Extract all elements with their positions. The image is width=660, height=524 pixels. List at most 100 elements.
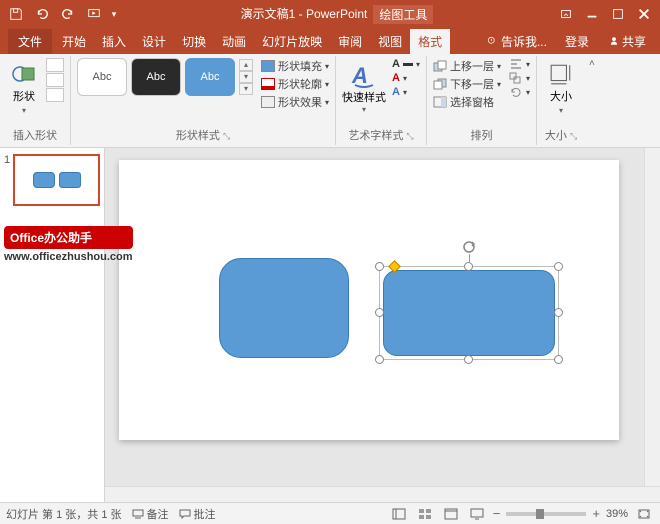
resize-handle-bm[interactable] [464, 355, 473, 364]
resize-handle-br[interactable] [554, 355, 563, 364]
tab-home[interactable]: 开始 [54, 29, 94, 54]
collapse-ribbon-icon[interactable]: ˄ [585, 56, 599, 71]
slideshow-view-icon[interactable] [467, 506, 487, 522]
resize-handle-tr[interactable] [554, 262, 563, 271]
slide-canvas-area [105, 148, 660, 502]
zoom-out-icon[interactable]: − [493, 506, 501, 521]
group-shape-styles: Abc Abc Abc ▴ ▾ ▾ 形状填充 ▾ 形状轮廓 ▾ 形状效果 ▾ 形… [71, 56, 336, 145]
send-backward-button[interactable]: 下移一层 ▾ [433, 76, 501, 92]
horizontal-scrollbar[interactable] [105, 486, 660, 502]
save-icon[interactable] [4, 3, 28, 25]
fit-to-window-icon[interactable] [634, 506, 654, 522]
gallery-up-icon[interactable]: ▴ [239, 59, 253, 71]
share-button[interactable]: 共享 [601, 29, 654, 54]
group-label-shape-styles: 形状样式 ⤡ [77, 125, 329, 143]
selection-pane-button[interactable]: 选择窗格 [433, 94, 501, 110]
rounded-rectangle-2-selected[interactable] [383, 270, 555, 356]
group-label-insert-shapes: 插入形状 [6, 125, 64, 143]
resize-handle-ml[interactable] [375, 308, 384, 317]
rounded-rectangle-1[interactable] [219, 258, 349, 358]
edit-shape-button[interactable] [46, 58, 64, 72]
undo-icon[interactable] [30, 3, 54, 25]
rotate-button[interactable]: ▾ [509, 86, 530, 98]
tab-slideshow[interactable]: 幻灯片放映 [254, 29, 330, 54]
resize-handle-tm[interactable] [464, 262, 473, 271]
normal-view-icon[interactable] [389, 506, 409, 522]
group-size: 大小 ▾ 大小 ⤡ [537, 56, 585, 145]
rotation-handle-icon[interactable] [462, 240, 476, 254]
text-box-button[interactable] [46, 73, 64, 87]
shapes-button[interactable]: 形状 ▾ [6, 58, 42, 118]
watermark-badge: Office办公助手 www.officezhushou.com [4, 226, 133, 263]
group-arrange: 上移一层 ▾ 下移一层 ▾ 选择窗格 ▾ ▾ ▾ 排列 [427, 56, 537, 145]
workspace: 1 Office办公助手 www.officezhushou.com [0, 148, 660, 502]
gallery-more-icon[interactable]: ▾ [239, 83, 253, 95]
align-button[interactable]: ▾ [509, 58, 530, 70]
tab-animations[interactable]: 动画 [214, 29, 254, 54]
group-label-size: 大小 ⤡ [543, 125, 579, 143]
qat-customize-icon[interactable]: ▾ [108, 3, 120, 25]
tab-format[interactable]: 格式 [410, 29, 450, 54]
slide[interactable] [119, 160, 619, 440]
tab-review[interactable]: 审阅 [330, 29, 370, 54]
ribbon-options-icon[interactable] [554, 3, 578, 25]
tab-insert[interactable]: 插入 [94, 29, 134, 54]
gallery-down-icon[interactable]: ▾ [239, 71, 253, 83]
login-button[interactable]: 登录 [557, 29, 597, 54]
badge-url: www.officezhushou.com [4, 251, 133, 263]
minimize-icon[interactable] [580, 3, 604, 25]
badge-title: Office办公助手 [4, 226, 133, 249]
group-label-arrange: 排列 [433, 125, 530, 143]
style-preset-1[interactable]: Abc [77, 58, 127, 96]
thumb-number: 1 [4, 154, 10, 206]
group-wordart-styles: A 快速样式 ▾ A ▾ A ▾ A ▾ 艺术字样式 ⤡ [336, 56, 427, 145]
style-preset-3[interactable]: Abc [185, 58, 235, 96]
size-button[interactable]: 大小 ▾ [543, 58, 579, 118]
comments-button[interactable]: 批注 [179, 506, 216, 522]
adjustment-handle[interactable] [388, 260, 401, 273]
redo-icon[interactable] [56, 3, 80, 25]
shape-outline-button[interactable]: 形状轮廓 ▾ [261, 76, 329, 92]
ribbon-tabs: 文件 开始 插入 设计 切换 动画 幻灯片放映 审阅 视图 格式 告诉我... … [0, 28, 660, 54]
close-icon[interactable] [632, 3, 656, 25]
slide-counter: 幻灯片 第 1 张，共 1 张 [6, 506, 122, 522]
notes-button[interactable]: 备注 [132, 506, 169, 522]
sorter-view-icon[interactable] [415, 506, 435, 522]
resize-handle-mr[interactable] [554, 308, 563, 317]
context-tab-label: 绘图工具 [373, 5, 433, 24]
tab-design[interactable]: 设计 [134, 29, 174, 54]
title-bar: ▾ 演示文稿1 - PowerPoint 绘图工具 [0, 0, 660, 28]
quick-styles-button[interactable]: A 快速样式 ▾ [342, 58, 386, 118]
ribbon: 形状 ▾ 插入形状 Abc Abc Abc ▴ ▾ ▾ [0, 54, 660, 148]
shape-fill-button[interactable]: 形状填充 ▾ [261, 58, 329, 74]
tab-view[interactable]: 视图 [370, 29, 410, 54]
vertical-scrollbar[interactable] [644, 148, 660, 502]
text-effects-button[interactable]: A ▾ [392, 86, 420, 98]
style-preset-2[interactable]: Abc [131, 58, 181, 96]
tab-transitions[interactable]: 切换 [174, 29, 214, 54]
tell-me-search[interactable]: 告诉我... [480, 33, 553, 50]
zoom-slider[interactable] [506, 512, 586, 516]
window-title: 演示文稿1 - PowerPoint 绘图工具 [120, 5, 554, 24]
merge-shapes-button[interactable] [46, 88, 64, 102]
svg-text:A: A [351, 63, 368, 88]
group-label-wordart: 艺术字样式 ⤡ [342, 125, 420, 143]
status-bar: 幻灯片 第 1 张，共 1 张 备注 批注 − + 39% [0, 502, 660, 524]
reading-view-icon[interactable] [441, 506, 461, 522]
shape-style-gallery[interactable]: Abc Abc Abc ▴ ▾ ▾ [77, 58, 253, 96]
resize-handle-tl[interactable] [375, 262, 384, 271]
thumbnail-slide-1[interactable]: 1 [4, 154, 100, 206]
bring-forward-button[interactable]: 上移一层 ▾ [433, 58, 501, 74]
group-button[interactable]: ▾ [509, 72, 530, 84]
resize-handle-bl[interactable] [375, 355, 384, 364]
tab-file[interactable]: 文件 [8, 29, 52, 54]
zoom-level[interactable]: 39% [606, 508, 628, 520]
text-fill-button[interactable]: A ▾ [392, 58, 420, 70]
start-from-beginning-icon[interactable] [82, 3, 106, 25]
shape-effects-button[interactable]: 形状效果 ▾ [261, 94, 329, 110]
slide-thumbnail-panel: 1 [0, 148, 105, 502]
text-outline-button[interactable]: A ▾ [392, 72, 420, 84]
zoom-in-icon[interactable]: + [592, 506, 600, 521]
maximize-icon[interactable] [606, 3, 630, 25]
group-insert-shapes: 形状 ▾ 插入形状 [0, 56, 71, 145]
